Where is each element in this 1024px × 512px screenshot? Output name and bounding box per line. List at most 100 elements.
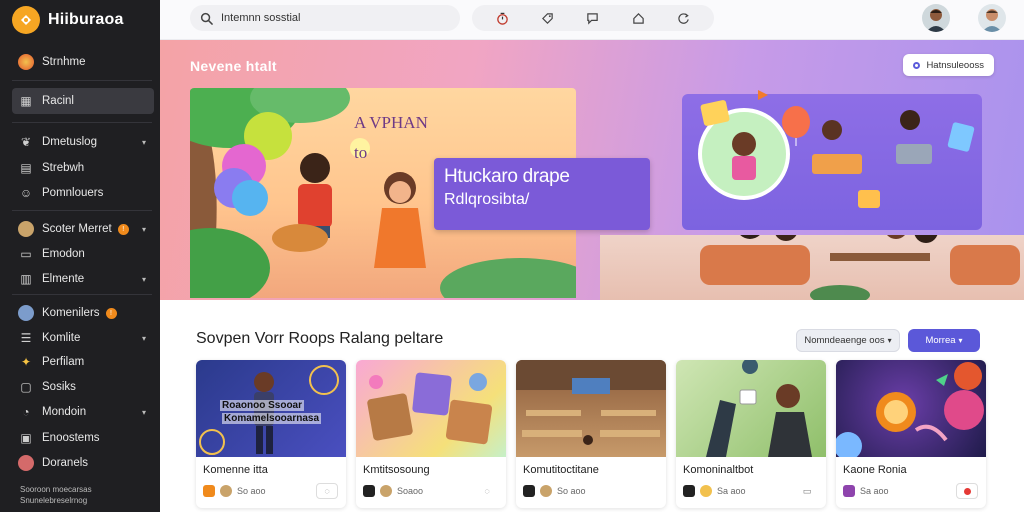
primary-action-label: Morrea (925, 335, 956, 346)
primary-action-button[interactable]: Morrea ▾ (908, 329, 980, 352)
sidebar: Hiiburaoa Strnhme ▦ Racinl ❦ Dmetuslog ▾… (0, 0, 160, 512)
message-icon[interactable] (582, 7, 604, 29)
sidebar-item-komenilers[interactable]: Komenilers ! (12, 302, 154, 324)
more-options-button[interactable]: ◌ (316, 483, 338, 499)
bell-icon: ◔ (22, 405, 30, 419)
document-icon: ▤ (20, 161, 32, 175)
chevron-down-icon[interactable]: ▾ (142, 225, 146, 234)
more-options-button[interactable] (636, 483, 658, 499)
people-sharing-image (706, 360, 812, 457)
footer-text: Snunelebreselrnog (20, 496, 88, 505)
content-card[interactable]: Komutitoctitane So aoo (516, 360, 666, 508)
folder-icon: ▭ (20, 247, 32, 261)
filter-label: Nomndeaenge oos (804, 335, 885, 346)
sidebar-footer: Sooroon moecarsas Snunelebreselrnog (20, 484, 92, 506)
sidebar-item-elmente[interactable]: ▥ Elmente ▾ (12, 268, 154, 290)
leaf-icon: ❦ (20, 135, 32, 149)
content-card[interactable]: Kaone Ronia Sa aoo (836, 360, 986, 508)
chevron-down-icon[interactable]: ▾ (142, 408, 146, 417)
balloon-icon (782, 106, 810, 146)
sidebar-item-label: Perfilam (42, 356, 85, 368)
space-scene-image (836, 362, 984, 457)
more-options-button[interactable]: ▭ (796, 483, 818, 499)
chevron-down-icon[interactable]: ▾ (142, 334, 146, 343)
toolbar (472, 5, 714, 31)
camera-icon (18, 221, 34, 237)
hero-headline-card[interactable]: Htuckaro drape Rdlqrosibta/ (434, 158, 650, 230)
record-button[interactable] (956, 483, 978, 499)
sidebar-item-strnhme[interactable]: Strnhme (12, 51, 154, 73)
card-meta: Sa aoo (843, 485, 889, 497)
card-title: Kaone Ronia (843, 464, 907, 476)
content-card[interactable]: Roaonoo Ssooar Komamelsooarnasa Komenne … (196, 360, 346, 508)
sidebar-item-label: Komenilers (42, 307, 100, 319)
chevron-down-icon[interactable]: ▾ (142, 138, 146, 147)
thumb-overlay-text: Komamelsooarnasa (222, 413, 322, 424)
hero-banner: Nevene htalt Hatnsuleooss A VPHAN to Htu… (160, 40, 1024, 300)
chevron-down-icon: ▾ (887, 336, 892, 345)
more-options-button[interactable]: ◌ (476, 483, 498, 499)
sidebar-item-pomnlouers[interactable]: ☺ Pomnlouers (12, 182, 154, 204)
search-input[interactable] (221, 12, 431, 24)
sidebar-item-komlite[interactable]: ☰ Komlite ▾ (12, 327, 154, 349)
conference-hall-image (516, 360, 666, 445)
hero-chip-button[interactable]: Hatnsuleooss (903, 54, 994, 76)
sidebar-item-label: Racinl (42, 95, 74, 107)
sidebar-item-label: Doranels (42, 457, 89, 469)
sidebar-item-racinl[interactable]: ▦ Racinl (12, 88, 154, 114)
sidebar-item-label: Pomnlouers (42, 187, 104, 199)
sidebar-item-label: Strebwh (42, 162, 85, 174)
sidebar-item-dmetuslog[interactable]: ❦ Dmetuslog ▾ (12, 131, 154, 153)
star-icon: ✦ (20, 355, 32, 369)
logo-icon (12, 6, 40, 34)
refresh-icon[interactable] (672, 7, 694, 29)
chevron-down-icon[interactable]: ▾ (142, 275, 146, 284)
search-box[interactable] (190, 5, 460, 31)
card-thumbnail (836, 360, 986, 457)
content-section: Sovpen Vorr Roops Ralang peltare Nomndea… (160, 300, 1024, 512)
sidebar-item-perfilam[interactable]: ✦ Perfilam (12, 351, 154, 373)
user-icon (380, 485, 392, 497)
card-meta: Sa aoo (683, 485, 746, 497)
hero-headline: Htuckaro drape (444, 166, 570, 187)
app-name: Hiiburaoa (48, 11, 124, 28)
hero-overlay-line: to (354, 143, 368, 162)
user-avatar[interactable] (922, 4, 950, 32)
sidebar-item-scoter-merret[interactable]: Scoter Merret ! ▾ (12, 218, 154, 240)
card-meta-text: Soaoo (397, 486, 424, 496)
list-icon: ☰ (20, 331, 32, 345)
thumb-overlay-text: Roaonoo Ssooar (220, 400, 305, 411)
category-icon (843, 485, 855, 497)
home-icon[interactable] (627, 7, 649, 29)
avatar-icon (18, 455, 34, 471)
card-list: Roaonoo Ssooar Komamelsooarnasa Komenne … (196, 360, 986, 508)
location-icon (913, 61, 921, 69)
sidebar-item-enoostems[interactable]: ▣ Enoostems (12, 427, 154, 449)
card-thumbnail (516, 360, 666, 457)
sidebar-item-doranels[interactable]: Doranels (12, 452, 154, 474)
sidebar-item-mondoin[interactable]: ◔ Mondoin ▾ (12, 401, 154, 423)
card-meta: So aoo (523, 485, 586, 497)
timer-icon[interactable] (492, 7, 514, 29)
sidebar-item-emodon[interactable]: ▭ Emodon (12, 243, 154, 265)
content-card[interactable]: Kmtitsosoung Soaoo ◌ (356, 360, 506, 508)
sidebar-item-sosiks[interactable]: ▢ Sosiks (12, 376, 154, 398)
footer-text: Sooroon moecarsas (20, 485, 92, 494)
hero-chip-label: Hatnsuleooss (926, 59, 984, 71)
card-title: Kmtitsosoung (363, 464, 430, 476)
tag-icon[interactable] (537, 7, 559, 29)
user-avatar-secondary[interactable] (978, 4, 1006, 32)
card-title: Komoninaltbot (683, 464, 754, 476)
content-card[interactable]: Komoninaltbot Sa aoo ▭ (676, 360, 826, 508)
filter-button[interactable]: Nomndeaenge oos ▾ (796, 329, 900, 352)
people-icon: ☺ (19, 186, 33, 200)
sidebar-item-label: Sosiks (42, 381, 76, 393)
hero-overlay-line: A VPHAN (354, 113, 428, 132)
category-icon (683, 485, 695, 497)
category-icon (363, 485, 375, 497)
photo-collage-image (367, 372, 493, 445)
sidebar-item-strebwh[interactable]: ▤ Strebwh (12, 157, 154, 179)
app-logo[interactable]: Hiiburaoa (12, 6, 124, 34)
user-icon (540, 485, 552, 497)
sidebar-item-label: Scoter Merret (42, 223, 112, 235)
